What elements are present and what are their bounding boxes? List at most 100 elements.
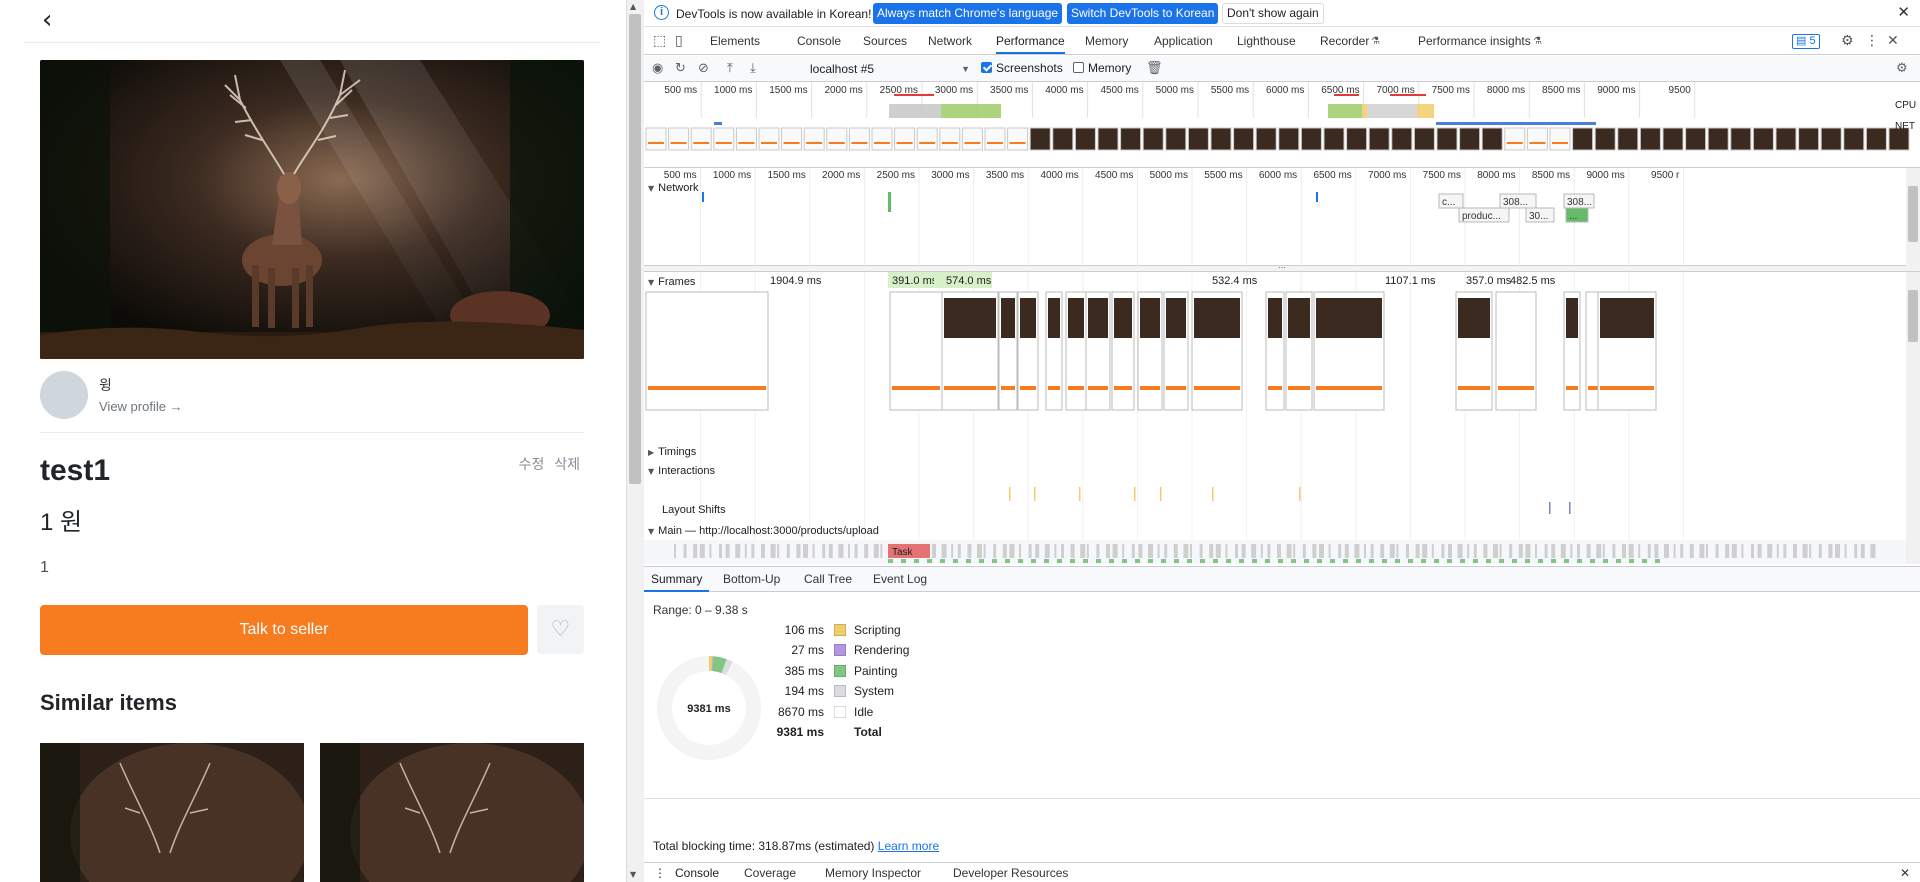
network-track-header[interactable]: ▼ Network	[648, 182, 699, 194]
tab-recorder[interactable]: Recorder	[1320, 28, 1369, 54]
tracks-panel[interactable]: 1904.9 ms 391.0 ms 574.0 ms 532.4 ms 1107.1 …	[644, 272, 1920, 564]
frame-screenshot	[1455, 291, 1493, 411]
tracks-scrollbar[interactable]	[1906, 272, 1920, 564]
more-options-icon[interactable]: ⋮	[1865, 33, 1879, 49]
capture-settings-gear-icon[interactable]: ⚙	[1896, 61, 1908, 76]
main-track-header[interactable]: ▼ Main — http://localhost:3000/products/u…	[648, 525, 879, 537]
upload-icon[interactable]: ⤒	[727, 61, 733, 76]
main-thread-task	[1044, 544, 1050, 558]
match-language-button[interactable]: Always match Chrome's language	[873, 3, 1063, 24]
interactions-track-header[interactable]: ▼ Interactions	[648, 465, 715, 477]
timings-track-header[interactable]: ▶ Timings	[648, 446, 696, 458]
filmstrip-button	[896, 142, 913, 144]
network-scrollbar-thumb[interactable]	[1908, 186, 1918, 242]
trash-icon[interactable]: 🗑	[1146, 61, 1163, 76]
seller-card[interactable]: 윙 View profile →	[40, 371, 584, 433]
device-toolbar-icon[interactable]: ▯	[675, 33, 683, 49]
scroll-up-arrow-icon[interactable]: ▲	[630, 2, 636, 11]
tab-memory[interactable]: Memory	[1085, 28, 1128, 54]
delete-link[interactable]: 삭제	[554, 456, 580, 472]
frames-track-header[interactable]: ▼ Frames	[648, 276, 695, 288]
similar-item-card[interactable]	[40, 743, 304, 882]
tracks-scrollbar-thumb[interactable]	[1908, 290, 1918, 342]
gear-icon[interactable]: ⚙	[1841, 33, 1854, 49]
frame-screenshot-image	[1114, 298, 1132, 338]
heart-icon[interactable]: ♡	[537, 605, 584, 654]
page-scrollbar-thumb[interactable]	[629, 14, 641, 484]
tracks-timeline: 1904.9 ms 391.0 ms 574.0 ms 532.4 ms 1107.1 …	[644, 272, 1906, 564]
screenshots-checkbox[interactable]: Screenshots	[981, 61, 1063, 75]
drawer-menu-icon[interactable]: ⋮	[654, 866, 666, 880]
inspect-element-icon[interactable]: ⬚	[653, 33, 666, 49]
main-thread-task	[1699, 544, 1705, 558]
filmstrip-thumbnail	[1459, 127, 1481, 151]
main-thread-task	[1122, 544, 1125, 558]
summary-divider	[644, 798, 1920, 799]
main-thread-task	[828, 544, 833, 558]
tab-console[interactable]: Console	[797, 28, 841, 54]
main-thread-paint	[1564, 559, 1569, 563]
download-icon[interactable]: ⤓	[750, 61, 756, 76]
tab-summary[interactable]: Summary	[644, 567, 710, 592]
infobar-message: DevTools is now available in Korean!	[676, 7, 872, 21]
network-scrollbar[interactable]	[1906, 168, 1920, 266]
main-thread-task	[1260, 544, 1263, 558]
reload-record-icon[interactable]: ↻	[675, 61, 686, 76]
recording-select[interactable]: localhost #5 ▼	[810, 60, 970, 78]
close-devtools-icon[interactable]: ✕	[1887, 33, 1899, 49]
main-thread-task	[1080, 544, 1086, 558]
tab-network[interactable]: Network	[928, 28, 972, 54]
main-thread-paint	[1174, 559, 1179, 563]
dont-show-again-button[interactable]: Don't show again	[1222, 3, 1324, 24]
network-request-label: 308...	[1503, 197, 1528, 208]
clear-icon[interactable]: ⊘	[698, 61, 709, 76]
filmstrip-thumbnail	[1820, 127, 1842, 151]
tab-application[interactable]: Application	[1154, 28, 1213, 54]
switch-to-korean-button[interactable]: Switch DevTools to Korean	[1067, 3, 1219, 24]
tab-elements[interactable]: Elements	[710, 28, 760, 54]
similar-item-card[interactable]	[320, 743, 584, 882]
main-thread-paint	[1525, 559, 1530, 563]
tab-performance[interactable]: Performance	[996, 28, 1065, 54]
edit-link[interactable]: 수정	[519, 456, 545, 472]
summary-total-row: 9381 ms Total	[764, 725, 1064, 741]
filmstrip-button	[874, 142, 890, 144]
tab-call-tree[interactable]: Call Tree	[797, 567, 859, 592]
drawer-tab-console[interactable]: Console	[675, 866, 719, 880]
main-thread-paint	[1538, 559, 1543, 563]
main-thread-task	[1173, 544, 1178, 558]
tab-performance-insights[interactable]: Performance insights	[1418, 28, 1531, 54]
main-thread-paint	[1629, 559, 1634, 563]
scroll-down-arrow-icon[interactable]: ▼	[630, 870, 636, 879]
drawer-tab-memory-inspector[interactable]: Memory Inspector	[825, 866, 921, 880]
main-thread-task	[786, 544, 790, 558]
talk-to-seller-button[interactable]: Talk to seller	[40, 605, 528, 655]
overview-tick-label: 9500	[1669, 85, 1692, 96]
tab-sources[interactable]: Sources	[863, 28, 907, 54]
close-drawer-icon[interactable]: ✕	[1900, 866, 1910, 880]
drawer-tab-coverage[interactable]: Coverage	[744, 866, 796, 880]
network-timeline: 500 ms 1000 ms 1500 ms 2000 ms 2500 ms 3000 m…	[664, 168, 1684, 266]
network-tick-label: 3500 ms	[986, 170, 1024, 181]
tab-lighthouse[interactable]: Lighthouse	[1237, 28, 1296, 54]
network-panel[interactable]: 500 ms 1000 ms 1500 ms 2000 ms 2500 ms 3000 m…	[644, 168, 1920, 266]
memory-checkbox[interactable]: Memory	[1073, 61, 1131, 75]
main-thread-task	[1680, 544, 1684, 558]
drawer-tab-developer-resources[interactable]: Developer Resources	[953, 866, 1068, 880]
timeline-overview[interactable]: 500 ms 1000 ms 1500 ms 2000 ms 2500 ms 3000 m…	[644, 82, 1920, 168]
issues-badge[interactable]: ▤ 5	[1792, 34, 1820, 49]
main-thread-paint	[914, 559, 919, 563]
main-thread-paint	[1356, 559, 1361, 563]
tab-event-log[interactable]: Event Log	[866, 567, 934, 592]
view-profile-link[interactable]: View profile →	[99, 399, 183, 414]
page-scrollbar[interactable]: ▲ ▼	[626, 0, 644, 882]
network-request-label: c...	[1442, 197, 1455, 208]
tab-bottom-up[interactable]: Bottom-Up	[716, 567, 787, 592]
close-icon[interactable]: ✕	[1897, 3, 1910, 21]
frame-screenshot-image	[1001, 298, 1015, 338]
record-icon[interactable]: ◉	[652, 61, 663, 76]
frame-screenshot-image	[1600, 298, 1654, 338]
main-thread-task	[1689, 544, 1694, 558]
learn-more-link[interactable]: Learn more	[878, 839, 939, 853]
back-icon[interactable]: ‹	[42, 7, 52, 33]
